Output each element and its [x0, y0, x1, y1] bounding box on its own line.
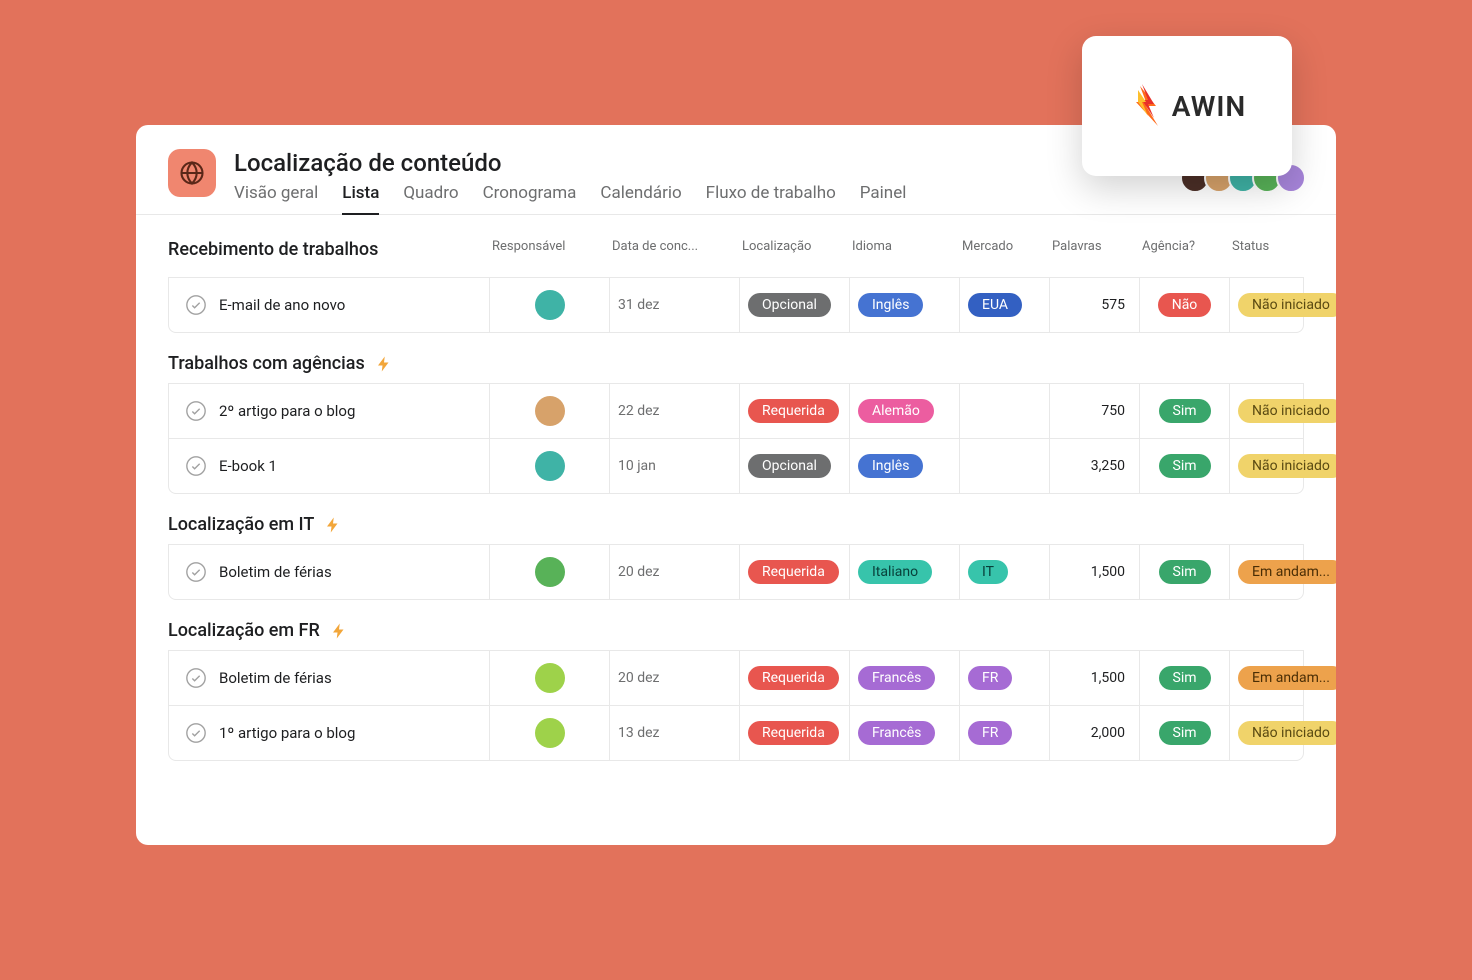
- assignee-avatar[interactable]: [535, 451, 565, 481]
- task-row[interactable]: E-book 1 10 jan Opcional Inglês 3,250 Si…: [168, 438, 1304, 494]
- tab-visão-geral[interactable]: Visão geral: [234, 183, 318, 215]
- awin-label: AWIN: [1172, 90, 1246, 123]
- due-date: 31 dez: [618, 297, 659, 313]
- pill-fr: FR: [968, 666, 1012, 690]
- task-name: E-book 1: [219, 457, 277, 475]
- task-name: Boletim de férias: [219, 563, 332, 581]
- pill-opcional: Opcional: [748, 293, 831, 317]
- section: Localização em IT Boletim de férias 20 d…: [168, 514, 1304, 600]
- task-row[interactable]: 2º artigo para o blog 22 dez Requerida A…: [168, 383, 1304, 439]
- tab-lista[interactable]: Lista: [342, 183, 379, 215]
- task-row[interactable]: Boletim de férias 20 dez Requerida Franc…: [168, 650, 1304, 706]
- word-count: 1,500: [1091, 670, 1125, 686]
- pill-franc-s: Francês: [858, 666, 935, 690]
- due-date: 20 dez: [618, 670, 659, 686]
- word-count: 2,000: [1091, 725, 1125, 741]
- project-tabs: Visão geral Lista Quadro Cronograma Calendár…: [234, 183, 1304, 215]
- due-date: 20 dez: [618, 564, 659, 580]
- pill-sim: Sim: [1159, 721, 1211, 745]
- pill-requerida: Requerida: [748, 560, 839, 584]
- column-header[interactable]: Data de conc...: [608, 239, 738, 260]
- tab-painel[interactable]: Painel: [860, 183, 907, 215]
- assignee-avatar[interactable]: [535, 290, 565, 320]
- task-name: Boletim de férias: [219, 669, 332, 687]
- pill-it: IT: [968, 560, 1008, 584]
- task-name: 1º artigo para o blog: [219, 724, 355, 742]
- section: Trabalhos com agências 2º artigo para o …: [168, 353, 1304, 494]
- pill-sim: Sim: [1159, 560, 1211, 584]
- due-date: 22 dez: [618, 403, 659, 419]
- pill-sim: Sim: [1159, 666, 1211, 690]
- column-header[interactable]: Localização: [738, 239, 848, 260]
- pill-n-o-iniciado: Não iniciado: [1238, 399, 1336, 423]
- column-header[interactable]: Agência?: [1138, 239, 1228, 260]
- complete-task-icon[interactable]: [185, 455, 207, 477]
- pill-sim: Sim: [1159, 454, 1211, 478]
- tab-quadro[interactable]: Quadro: [403, 183, 458, 215]
- assignee-avatar[interactable]: [535, 718, 565, 748]
- pill-n-o-iniciado: Não iniciado: [1238, 454, 1336, 478]
- pill-requerida: Requerida: [748, 721, 839, 745]
- pill-requerida: Requerida: [748, 399, 839, 423]
- complete-task-icon[interactable]: [185, 722, 207, 744]
- automation-bolt-icon: [375, 355, 393, 373]
- section-title[interactable]: Trabalhos com agências: [168, 353, 365, 374]
- tab-fluxo-de-trabalho[interactable]: Fluxo de trabalho: [706, 183, 836, 215]
- pill-eua: EUA: [968, 293, 1022, 317]
- due-date: 13 dez: [618, 725, 659, 741]
- pill-fr: FR: [968, 721, 1012, 745]
- pill-ingl-s: Inglês: [858, 293, 923, 317]
- complete-task-icon[interactable]: [185, 294, 207, 316]
- automation-bolt-icon: [324, 516, 342, 534]
- pill-n-o: Não: [1158, 293, 1212, 317]
- project-icon: [168, 149, 216, 197]
- pill-n-o-iniciado: Não iniciado: [1238, 293, 1336, 317]
- column-header[interactable]: Idioma: [848, 239, 958, 260]
- pill-opcional: Opcional: [748, 454, 831, 478]
- complete-task-icon[interactable]: [185, 561, 207, 583]
- pill-ingl-s: Inglês: [858, 454, 923, 478]
- due-date: 10 jan: [618, 458, 656, 474]
- section-title[interactable]: Recebimento de trabalhos: [168, 239, 378, 260]
- app-window: Localização de conteúdo Visão geralLista…: [136, 125, 1336, 845]
- word-count: 3,250: [1091, 458, 1125, 474]
- assignee-avatar[interactable]: [535, 396, 565, 426]
- pill-n-o-iniciado: Não iniciado: [1238, 721, 1336, 745]
- assignee-avatar[interactable]: [535, 663, 565, 693]
- column-header[interactable]: Mercado: [958, 239, 1048, 260]
- pill-em-andam-: Em andam...: [1238, 560, 1336, 584]
- pill-em-andam-: Em andam...: [1238, 666, 1336, 690]
- section-title[interactable]: Localização em IT: [168, 514, 314, 535]
- column-header[interactable]: Status: [1228, 239, 1336, 260]
- word-count: 750: [1101, 403, 1125, 419]
- task-row[interactable]: E-mail de ano novo 31 dez Opcional Inglê…: [168, 277, 1304, 333]
- task-row[interactable]: 1º artigo para o blog 13 dez Requerida F…: [168, 705, 1304, 761]
- column-header[interactable]: Responsável: [488, 239, 608, 260]
- pill-sim: Sim: [1159, 399, 1211, 423]
- section: Localização em FR Boletim de férias 20 d…: [168, 620, 1304, 761]
- task-name: E-mail de ano novo: [219, 296, 345, 314]
- globe-icon: [178, 159, 206, 187]
- word-count: 575: [1101, 297, 1125, 313]
- content-area: Recebimento de trabalhos ResponsávelData …: [136, 215, 1336, 813]
- pill-franc-s: Francês: [858, 721, 935, 745]
- column-header[interactable]: Palavras: [1048, 239, 1138, 260]
- awin-logo-card: AWIN: [1082, 36, 1292, 176]
- assignee-avatar[interactable]: [535, 557, 565, 587]
- tab-calendário[interactable]: Calendário: [600, 183, 681, 215]
- pill-requerida: Requerida: [748, 666, 839, 690]
- tab-cronograma[interactable]: Cronograma: [483, 183, 577, 215]
- pill-italiano: Italiano: [858, 560, 932, 584]
- word-count: 1,500: [1091, 564, 1125, 580]
- complete-task-icon[interactable]: [185, 400, 207, 422]
- awin-flame-icon: [1128, 82, 1164, 130]
- task-name: 2º artigo para o blog: [219, 402, 355, 420]
- section-title[interactable]: Localização em FR: [168, 620, 320, 641]
- section: Recebimento de trabalhos ResponsávelData …: [168, 239, 1304, 333]
- automation-bolt-icon: [330, 622, 348, 640]
- pill-alem-o: Alemão: [858, 399, 934, 423]
- complete-task-icon[interactable]: [185, 667, 207, 689]
- task-row[interactable]: Boletim de férias 20 dez Requerida Itali…: [168, 544, 1304, 600]
